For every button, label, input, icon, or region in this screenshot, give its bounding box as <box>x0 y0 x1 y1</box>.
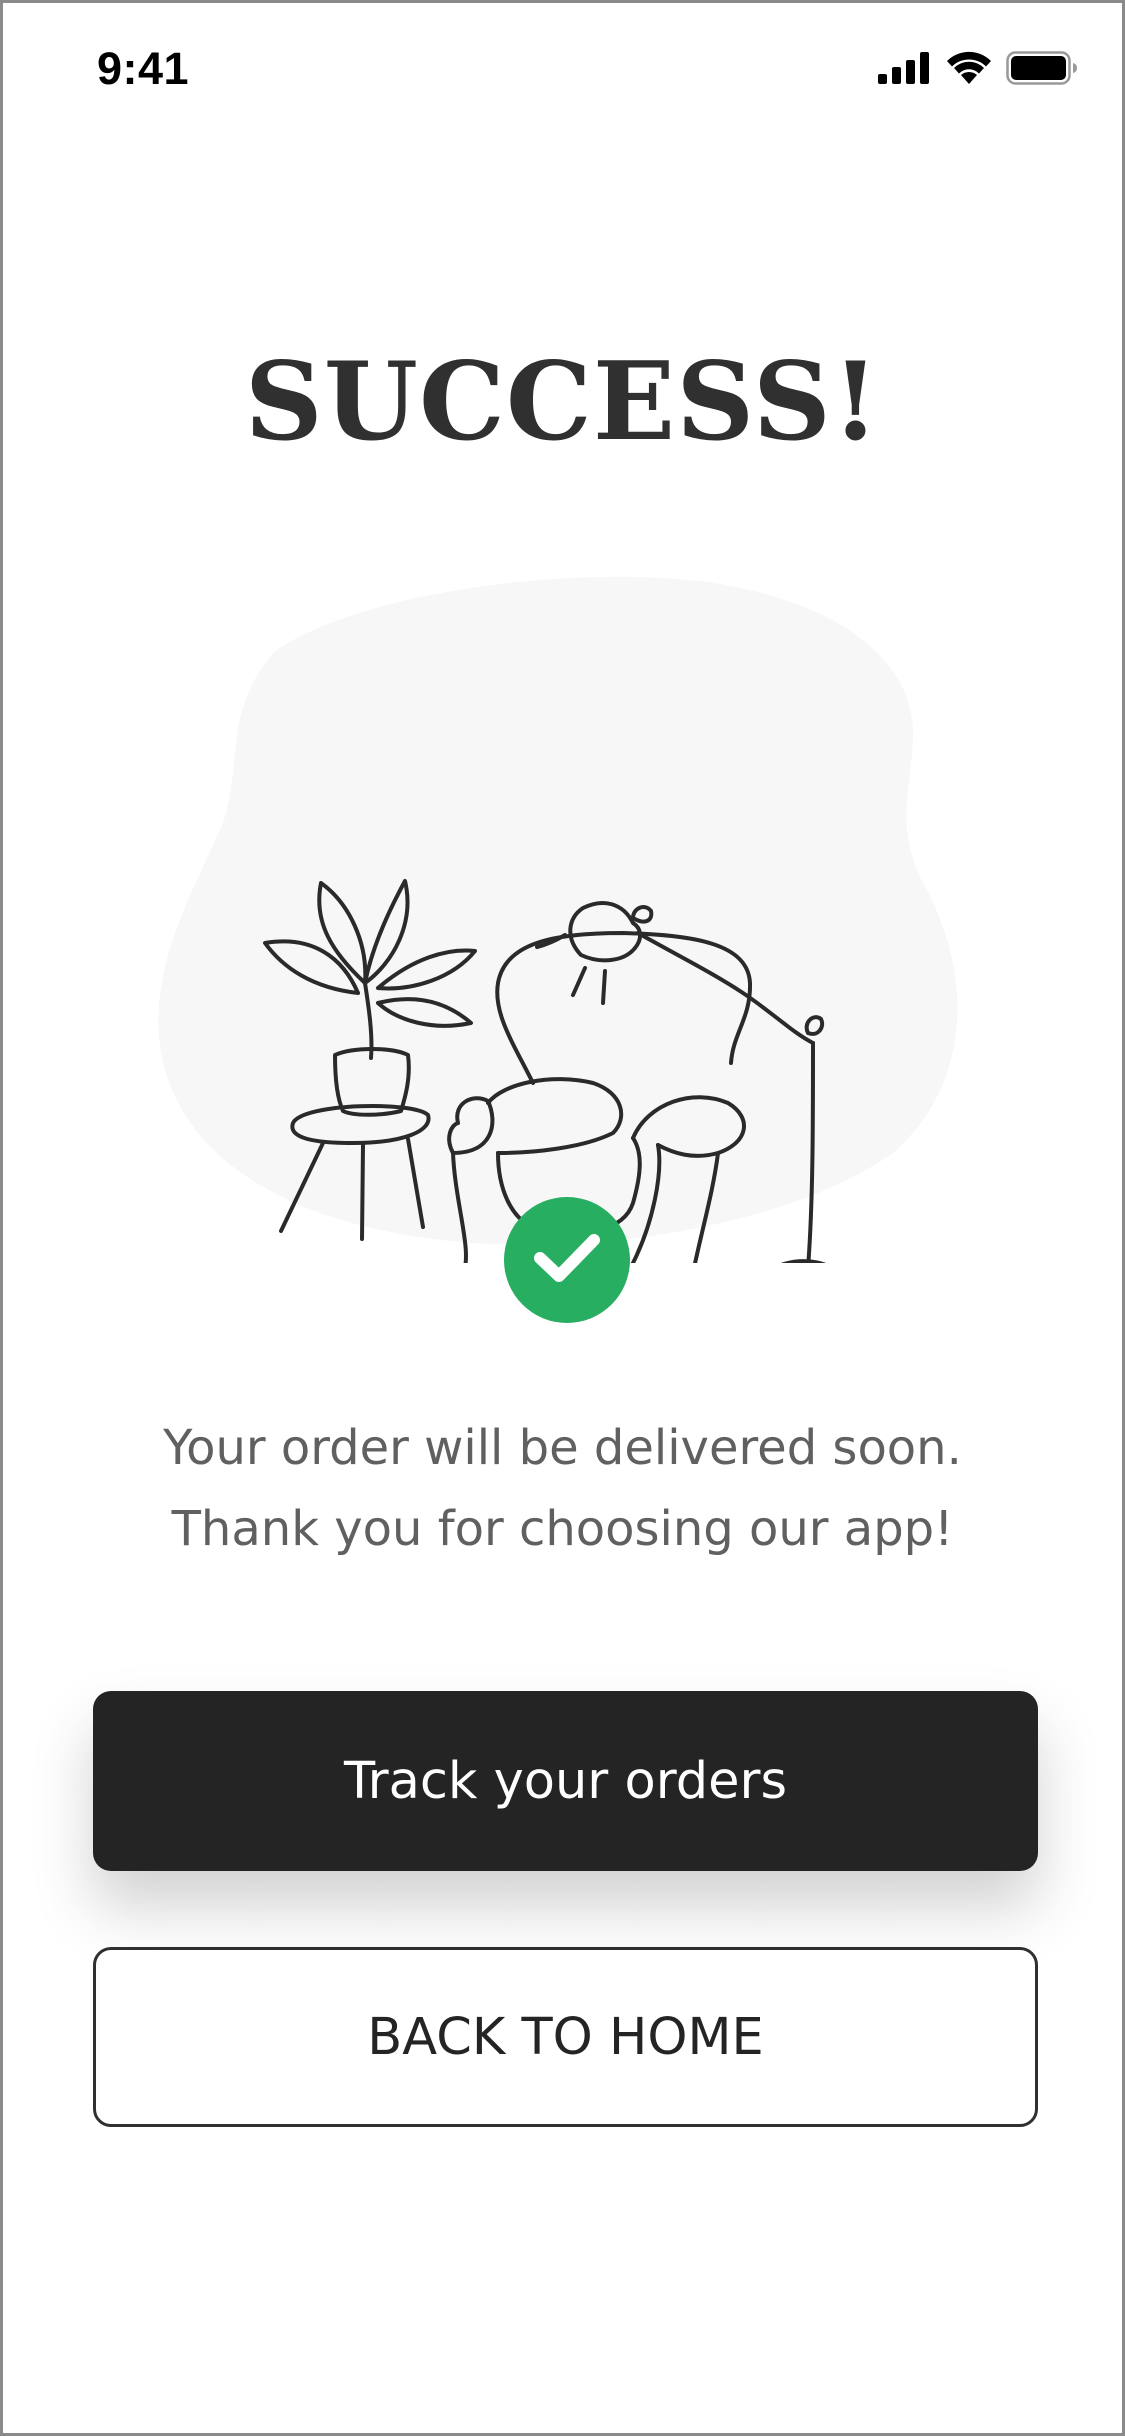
check-icon <box>532 1230 602 1291</box>
track-orders-button[interactable]: Track your orders <box>93 1691 1038 1871</box>
wifi-icon <box>946 51 992 85</box>
background-blob <box>158 576 958 1245</box>
success-badge <box>504 1197 630 1323</box>
message-line-1: Your order will be delivered soon. <box>163 1420 962 1476</box>
status-icons <box>878 51 1078 85</box>
side-table-leg <box>360 1143 365 1241</box>
furniture-illustration <box>153 563 973 1263</box>
back-to-home-button[interactable]: BACK TO HOME <box>93 1947 1038 2127</box>
message-line-2: Thank you for choosing our app! <box>171 1501 954 1557</box>
lamp-base <box>780 1259 827 1263</box>
lamp-light-ray <box>601 969 607 1005</box>
cellular-signal-icon <box>878 52 932 84</box>
page-title: SUCCESS! <box>244 339 881 465</box>
battery-icon <box>1006 51 1078 85</box>
confirmation-message: Your order will be delivered soon. Thank… <box>3 1408 1122 1570</box>
status-bar: 9:41 <box>3 3 1122 135</box>
status-time: 9:41 <box>97 43 190 94</box>
order-success-screen: 9:41 SUCCESS! Your order will be deliver… <box>0 0 1125 2436</box>
